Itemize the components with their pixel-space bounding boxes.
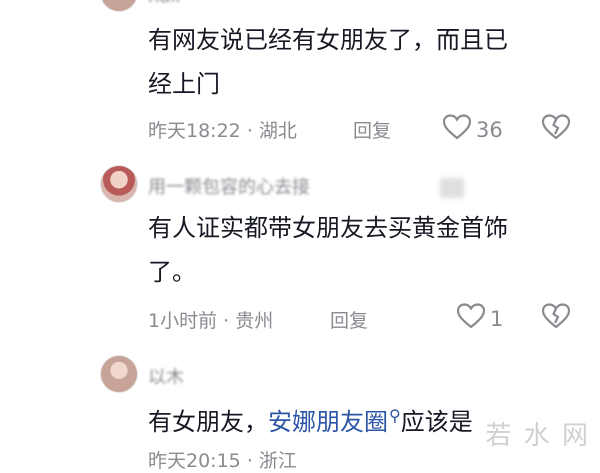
blurred-region	[440, 178, 464, 198]
comment-meta: 1小时前 · 贵州	[148, 306, 273, 333]
comment-text-line: 经上门	[148, 70, 220, 98]
comment-time: 昨天18:22	[148, 120, 241, 142]
comment-text: 有人证实都带女朋友去买黄金首饰 了。	[148, 206, 588, 294]
reply-button[interactable]: 回复	[353, 116, 391, 143]
search-link[interactable]: 安娜朋友圈	[268, 408, 388, 436]
watermark: 若 水 网	[485, 421, 590, 451]
like-button[interactable]: 36	[442, 113, 503, 146]
comment-time: 1小时前	[148, 310, 218, 332]
avatar[interactable]	[100, 165, 138, 203]
heart-outline-icon	[442, 113, 472, 146]
comment-location: 浙江	[258, 450, 297, 472]
avatar[interactable]	[100, 355, 138, 393]
broken-heart-icon	[541, 114, 571, 145]
comment-text-suffix: 应该是	[400, 408, 473, 436]
search-icon[interactable]: ⚲	[389, 406, 401, 425]
comment-username[interactable]: hair	[148, 0, 183, 7]
comment-item: 用一颗包容的心去接 有人证实都带女朋友去买黄金首饰 了。 1小时前 · 贵州 回…	[0, 150, 600, 340]
comment-text-line: 了。	[148, 258, 196, 286]
comment-text-line: 有人证实都带女朋友去买黄金首饰	[148, 214, 508, 242]
meta-separator: ·	[246, 450, 253, 472]
meta-separator: ·	[223, 310, 230, 332]
comment-item: hair 有网友说已经有女朋友了，而且已 经上门 昨天18:22 · 湖北 回复…	[0, 0, 600, 150]
comment-text: 有网友说已经有女朋友了，而且已 经上门	[148, 18, 588, 106]
comment-meta: 昨天20:15 · 浙江	[148, 446, 297, 473]
like-button[interactable]: 1	[456, 302, 503, 335]
like-count: 36	[476, 117, 503, 142]
dislike-button[interactable]	[541, 302, 571, 334]
comment-location: 湖北	[258, 120, 297, 142]
comment-time: 昨天20:15	[148, 450, 241, 472]
heart-outline-icon	[456, 302, 486, 335]
comment-meta: 昨天18:22 · 湖北	[148, 116, 297, 143]
like-count: 1	[490, 306, 504, 331]
comment-location: 贵州	[235, 310, 274, 332]
comment-text-prefix: 有女朋友，	[148, 408, 268, 436]
broken-heart-icon	[541, 303, 571, 334]
comment-text-line: 有网友说已经有女朋友了，而且已	[148, 26, 508, 54]
avatar[interactable]	[100, 0, 138, 12]
reply-button[interactable]: 回复	[330, 306, 368, 333]
meta-separator: ·	[246, 120, 253, 142]
comment-username[interactable]: 以木	[148, 363, 184, 389]
comment-username[interactable]: 用一颗包容的心去接	[148, 173, 310, 199]
dislike-button[interactable]	[541, 113, 571, 145]
